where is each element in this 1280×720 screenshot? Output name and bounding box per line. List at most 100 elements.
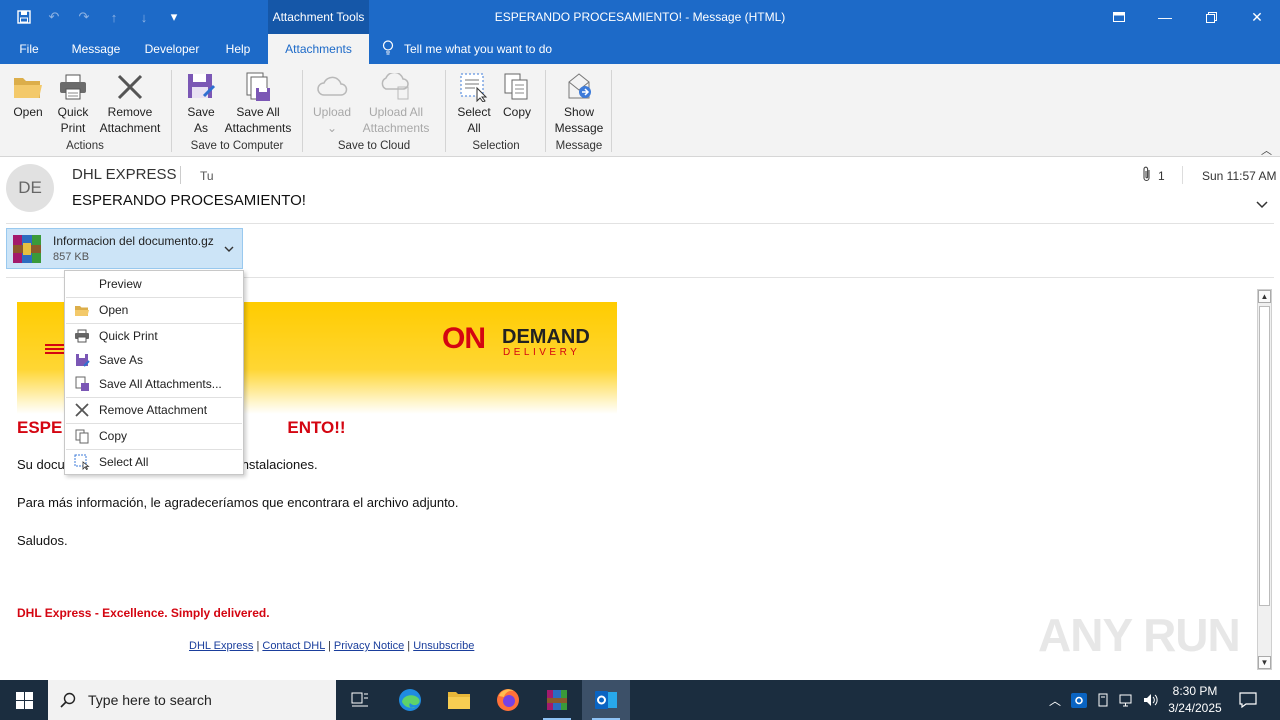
- menu-item-preview[interactable]: Preview: [65, 272, 243, 296]
- collapse-ribbon-icon[interactable]: ︿: [1261, 142, 1272, 158]
- open-label: Open: [13, 105, 43, 119]
- tab-message[interactable]: Message: [62, 34, 130, 64]
- select-all-icon: [65, 454, 99, 470]
- archive-file-icon: [11, 233, 43, 268]
- open-button[interactable]: Open: [8, 70, 48, 120]
- quick-print-button[interactable]: Quick Print: [52, 70, 94, 136]
- logo-delivery: DELIVERY: [503, 347, 581, 358]
- copy-button[interactable]: Copy: [498, 70, 536, 120]
- customize-qat-icon[interactable]: ▾: [162, 6, 186, 28]
- volume-icon[interactable]: [1140, 680, 1162, 720]
- tell-me-search[interactable]: Tell me what you want to do: [382, 34, 552, 64]
- notifications-icon[interactable]: [1234, 680, 1262, 720]
- scroll-up-icon[interactable]: ▲: [1258, 290, 1271, 303]
- p1-left: Su docu: [17, 457, 65, 472]
- expand-header-icon[interactable]: [1256, 198, 1268, 212]
- save-as-button[interactable]: Save As: [180, 70, 222, 136]
- save-all-attachments-button[interactable]: Save All Attachments: [222, 70, 294, 136]
- link-privacy-notice[interactable]: Privacy Notice: [334, 640, 404, 652]
- attachment-context-menu: Preview Open Quick Print Save As Save Al…: [64, 270, 244, 475]
- select-all-button[interactable]: Select All: [452, 70, 496, 136]
- close-icon[interactable]: ✕: [1234, 0, 1280, 34]
- show-message-button[interactable]: Show Message: [552, 70, 606, 136]
- menu-item-quick-print[interactable]: Quick Print: [65, 324, 243, 348]
- vertical-scrollbar[interactable]: ▲ ▼: [1257, 289, 1272, 670]
- link-contact-dhl[interactable]: Contact DHL: [262, 640, 325, 652]
- avatar: DE: [6, 164, 54, 212]
- upload-all-attachments-button[interactable]: Upload All Attachments: [356, 70, 436, 136]
- tab-attachments[interactable]: Attachments: [268, 34, 369, 64]
- start-button[interactable]: [0, 680, 48, 720]
- remove-label-1: Remove: [107, 105, 153, 119]
- attachment-chip[interactable]: Informacion del documento.gz 857 KB: [6, 228, 243, 269]
- tab-developer[interactable]: Developer: [138, 34, 206, 64]
- tab-help[interactable]: Help: [214, 34, 262, 64]
- previous-item-icon[interactable]: ↑: [102, 6, 126, 28]
- paperclip-icon: [1142, 166, 1152, 185]
- select-all-icon: [456, 70, 492, 104]
- lightbulb-icon: [382, 40, 394, 58]
- cloud-upload-icon: [314, 70, 350, 104]
- menu-item-save-all-attachments[interactable]: Save All Attachments...: [65, 372, 243, 396]
- menu-item-label: Copy: [99, 429, 128, 443]
- outlook-icon[interactable]: [582, 680, 630, 720]
- remove-attachment-button[interactable]: Remove Attachment: [96, 70, 164, 136]
- undo-icon[interactable]: ↶: [42, 6, 66, 28]
- firefox-icon[interactable]: [484, 680, 532, 720]
- attachment-count: 1: [1142, 166, 1165, 185]
- menu-item-open[interactable]: Open: [65, 298, 243, 322]
- task-view-icon[interactable]: [336, 680, 384, 720]
- p1-right: nstalaciones.: [241, 457, 318, 472]
- divider: [180, 166, 181, 184]
- windows-logo-icon: [15, 691, 33, 709]
- message-date: Sun 11:57 AM: [1202, 169, 1277, 183]
- on-demand-delivery-logo: ON DEMAND DELIVERY: [442, 324, 590, 358]
- menu-item-copy[interactable]: Copy: [65, 424, 243, 448]
- outlook-tray-icon[interactable]: [1068, 680, 1090, 720]
- menu-item-label: Save All Attachments...: [99, 377, 222, 391]
- scroll-thumb[interactable]: [1259, 306, 1270, 606]
- printer-icon: [65, 329, 99, 343]
- network-icon[interactable]: [1116, 680, 1138, 720]
- menu-item-label: Preview: [99, 277, 142, 291]
- redo-icon[interactable]: ↷: [72, 6, 96, 28]
- ribbon: Open Quick Print Remove Attachment Actio…: [0, 64, 1280, 157]
- menu-item-save-as[interactable]: Save As: [65, 348, 243, 372]
- recipient[interactable]: Tu: [200, 169, 214, 183]
- taskbar-search-box[interactable]: Type here to search: [48, 680, 336, 720]
- save-all-icon: [240, 70, 276, 104]
- menu-item-label: Save As: [99, 353, 144, 367]
- show-hidden-icons-icon[interactable]: ︿: [1044, 680, 1066, 720]
- remove-label-2: Attachment: [99, 121, 161, 135]
- menu-item-select-all[interactable]: Select All: [65, 450, 243, 474]
- device-icon[interactable]: [1092, 680, 1114, 720]
- save-icon[interactable]: [12, 6, 36, 28]
- folder-icon: [10, 70, 46, 104]
- taskbar-clock[interactable]: 8:30 PM 3/24/2025: [1160, 683, 1230, 717]
- scroll-down-icon[interactable]: ▼: [1258, 656, 1271, 669]
- show-message-icon: [561, 70, 597, 104]
- menu-item-remove-attachment[interactable]: Remove Attachment: [65, 398, 243, 422]
- link-unsubscribe[interactable]: Unsubscribe: [413, 640, 474, 652]
- next-item-icon[interactable]: ↓: [132, 6, 156, 28]
- save-as-label-2: As: [193, 121, 208, 135]
- minimize-icon[interactable]: —: [1142, 0, 1188, 34]
- winrar-icon[interactable]: [533, 680, 581, 720]
- restore-icon[interactable]: [1188, 0, 1234, 34]
- window-title: ESPERANDO PROCESAMIENTO! - Message (HTML…: [494, 10, 786, 24]
- save-all-label-2: Attachments: [224, 121, 292, 135]
- attachment-dropdown-icon[interactable]: [220, 237, 238, 261]
- edge-browser-icon[interactable]: [386, 680, 434, 720]
- group-label-selection: Selection: [472, 140, 520, 152]
- tab-file[interactable]: File: [8, 34, 50, 64]
- window-controls: — ✕: [1096, 0, 1280, 34]
- folder-icon: [65, 304, 99, 317]
- file-explorer-icon[interactable]: [435, 680, 483, 720]
- footer-links: DHL Express | Contact DHL | Privacy Noti…: [189, 640, 475, 652]
- context-tab-group-label: Attachment Tools: [268, 0, 369, 34]
- ribbon-display-options-icon[interactable]: [1096, 0, 1142, 34]
- upload-button[interactable]: Upload ⌄: [308, 70, 356, 136]
- clock-date: 3/24/2025: [1168, 701, 1222, 715]
- sender-name[interactable]: DHL EXPRESS: [72, 166, 176, 183]
- link-dhl-express[interactable]: DHL Express: [189, 640, 253, 652]
